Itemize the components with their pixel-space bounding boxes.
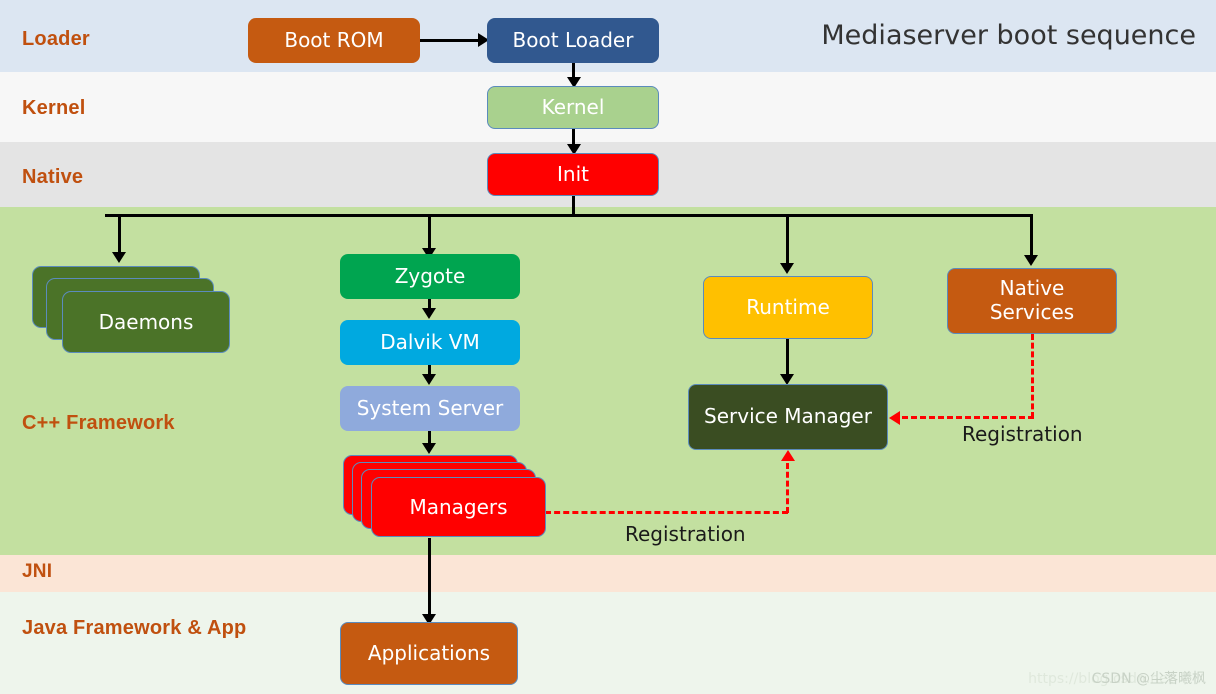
node-boot-rom[interactable]: Boot ROM: [248, 18, 420, 63]
arrowhead-zygote-to-dalvik: [422, 308, 436, 319]
watermark-user: CSDN @尘落曦枫: [1091, 671, 1206, 687]
band-label-jni: JNI: [22, 561, 53, 582]
edge-managers-to-applications: [428, 538, 431, 620]
edge-runtime-to-service-manager: [786, 339, 789, 379]
arrowhead-bus-to-daemons: [112, 252, 126, 263]
arrowhead-bus-to-native-services: [1024, 255, 1038, 266]
diagram-canvas: Loader Kernel Native C++ Framework JNI J…: [0, 0, 1216, 694]
node-system-server-label: System Server: [356, 395, 504, 420]
node-kernel[interactable]: Kernel: [487, 86, 659, 129]
edge-bootrom-to-bootloader: [420, 39, 482, 42]
node-daemons[interactable]: Daemons: [32, 266, 232, 358]
node-init-label: Init: [557, 161, 589, 186]
arrowhead-system-server-to-managers: [422, 443, 436, 454]
node-kernel-label: Kernel: [541, 94, 605, 119]
node-runtime[interactable]: Runtime: [703, 276, 873, 339]
node-boot-loader-label: Boot Loader: [512, 27, 634, 52]
registration-label-native-services: Registration: [962, 422, 1083, 446]
node-system-server[interactable]: System Server: [340, 386, 520, 431]
edge-bus-to-runtime: [786, 214, 789, 266]
registration-arrow-to-service-manager-right: [889, 411, 900, 425]
node-boot-loader[interactable]: Boot Loader: [487, 18, 659, 63]
edge-bus-to-daemons: [118, 214, 121, 256]
node-boot-rom-label: Boot ROM: [284, 27, 384, 52]
node-service-manager-label: Service Manager: [704, 404, 872, 429]
registration-line-managers-vertical: [786, 463, 789, 513]
node-native-services-label-line2: Services: [989, 300, 1075, 324]
node-managers-sheet-front: Managers: [371, 477, 546, 537]
node-applications-label: Applications: [367, 640, 491, 665]
registration-line-native-services-horizontal: [902, 416, 1034, 419]
node-managers-label: Managers: [409, 495, 508, 519]
arrowhead-dalvik-to-system-server: [422, 374, 436, 385]
band-label-kernel: Kernel: [22, 97, 86, 119]
node-managers[interactable]: Managers: [343, 455, 547, 541]
registration-line-native-services-vertical: [1031, 334, 1034, 418]
node-zygote[interactable]: Zygote: [340, 254, 520, 299]
diagram-title: Mediaserver boot sequence: [821, 20, 1196, 51]
arrowhead-bus-to-runtime: [780, 263, 794, 274]
node-dalvik-vm[interactable]: Dalvik VM: [340, 320, 520, 365]
node-dalvik-vm-label: Dalvik VM: [380, 329, 480, 354]
node-native-services[interactable]: Native Services: [947, 268, 1117, 334]
node-service-manager[interactable]: Service Manager: [688, 384, 888, 450]
band-label-cpp-framework: C++ Framework: [22, 412, 175, 434]
edge-bus-to-native-services: [1030, 214, 1033, 258]
node-native-services-label-line1: Native: [999, 276, 1065, 301]
band-label-native: Native: [22, 166, 84, 188]
distribution-bus: [105, 214, 1033, 217]
node-daemons-sheet-front: Daemons: [62, 291, 230, 353]
band-label-java-framework: Java Framework & App: [22, 617, 247, 639]
registration-line-managers-horizontal: [545, 511, 788, 514]
node-init[interactable]: Init: [487, 153, 659, 196]
node-zygote-label: Zygote: [394, 263, 466, 288]
registration-label-managers: Registration: [625, 522, 746, 546]
edge-bus-to-zygote: [428, 214, 431, 252]
band-jni: [0, 555, 1216, 592]
node-daemons-label: Daemons: [98, 310, 194, 334]
band-label-loader: Loader: [22, 28, 90, 50]
node-runtime-label: Runtime: [746, 294, 830, 319]
node-applications[interactable]: Applications: [340, 622, 518, 685]
edge-init-to-bus: [572, 196, 575, 216]
watermark: https://blog.csdn.net CSDN @尘落曦枫: [1028, 668, 1206, 688]
registration-arrow-to-service-manager-bottom: [781, 450, 795, 461]
